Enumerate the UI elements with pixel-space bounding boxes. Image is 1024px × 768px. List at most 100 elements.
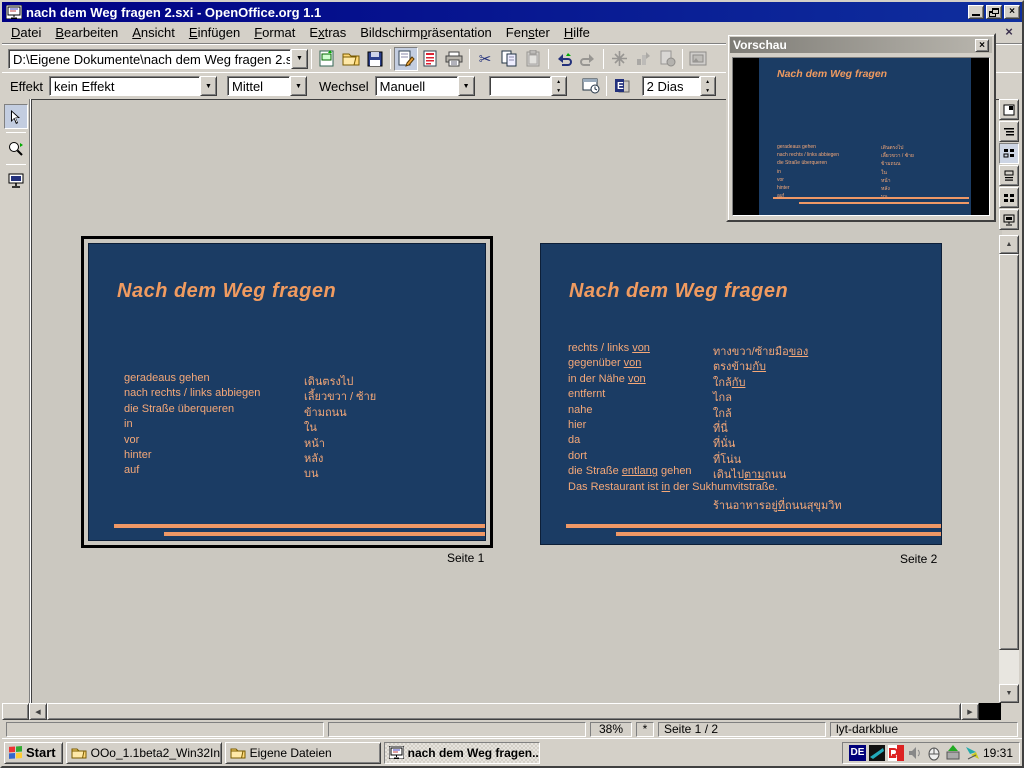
vertical-scrollbar-thumb[interactable] [999,254,1019,650]
layout-indicator[interactable]: lyt-darkblue [830,722,1018,737]
start-label: Start [26,745,56,760]
handout-view-button[interactable] [999,187,1019,208]
save-icon[interactable] [363,47,387,71]
scroll-up-icon[interactable]: ▲ [999,235,1019,254]
slide-accent-line [164,532,485,536]
slide-thumbnail-2[interactable]: Nach dem Weg fragen rechts / links vonทา… [540,243,942,545]
taskbar-button[interactable]: OOo_1.1beta2_Win32In... [66,742,222,764]
new-presentation-icon[interactable] [315,47,339,71]
chevron-down-icon: ▼ [290,76,307,96]
taskbar-button[interactable]: nach dem Weg fragen... [384,742,540,764]
zoom-icon[interactable] [4,136,28,161]
graphics-tray-icon[interactable] [869,745,885,761]
preview-body: Nach dem Weg fragen geradeaus gehenเดินต… [732,57,990,216]
menu-extras[interactable]: Extras [302,23,353,42]
file-url-value[interactable]: D:\Eigene Dokumente\nach dem Weg fragen … [8,49,291,69]
menu-datei[interactable]: Datei [4,23,48,42]
menu-format[interactable]: Format [247,23,302,42]
taskbar-button[interactable]: Eigene Dateien [225,742,381,764]
slide-body: rechts / links vonทางขวา/ซ้ายมือของgegen… [541,342,941,511]
system-tray: DE 19:31 [842,742,1020,764]
edit-points-icon[interactable] [655,47,679,71]
time-spinner[interactable]: ▲▼ [489,76,567,96]
menu-bildschirmprsentation[interactable]: Bildschirmpräsentation [353,23,499,42]
slide-transition-icon[interactable] [579,74,603,98]
page-indicator[interactable]: Seite 1 / 2 [658,722,826,737]
close-document-icon[interactable]: × [1002,25,1016,39]
zoom-level[interactable]: 38% [590,722,632,737]
clock[interactable]: 19:31 [983,746,1013,760]
slide-view-button[interactable] [999,143,1019,164]
spin-down-icon: ▼ [701,86,715,95]
select-arrow-icon[interactable] [4,104,28,129]
dias-spinner[interactable]: 2 Dias ▲▼ [642,76,716,96]
edit-file-icon[interactable] [394,47,418,71]
modified-indicator: * [636,722,654,737]
minimize-button[interactable] [968,5,984,19]
preview-title-bar[interactable]: Vorschau × [730,37,992,53]
redo-icon[interactable] [576,47,600,71]
scroll-left-icon[interactable]: ◀ [29,703,47,720]
print-icon[interactable] [442,47,466,71]
notes-view-button[interactable] [999,165,1019,186]
navigator-icon[interactable] [607,47,631,71]
cut-icon[interactable]: ✂ [473,47,497,71]
menu-ansicht[interactable]: Ansicht [125,23,182,42]
menu-fenster[interactable]: Fenster [499,23,557,42]
copy-icon[interactable] [497,47,521,71]
taskbar-button-label: OOo_1.1beta2_Win32In... [91,746,222,760]
keyboard-layout-indicator[interactable]: DE [849,745,866,761]
preview-close-icon[interactable]: × [975,39,989,52]
scroll-right-icon[interactable]: ▶ [961,703,979,720]
export-pdf-icon[interactable] [418,47,442,71]
presentation-view-button[interactable] [999,209,1019,230]
menu-einfgen[interactable]: Einfügen [182,23,247,42]
scheduler-tray-icon[interactable] [964,745,980,761]
impress-app-icon [6,5,22,19]
chevron-down-icon[interactable]: ▼ [291,49,308,69]
slide-thumbnail-1[interactable]: Nach dem Weg fragen geradeaus gehenเดินต… [88,243,486,541]
wechsel-combobox[interactable]: Manuell ▼ [375,76,475,96]
horizontal-scrollbar[interactable]: ◀ ▶ [29,703,979,720]
volume-tray-icon[interactable] [907,745,923,761]
undo-icon[interactable] [552,47,576,71]
menu-hilfe[interactable]: Hilfe [557,23,597,42]
slide-accent-line [773,197,969,199]
scrollbar-corner-box [2,703,29,720]
insert-icon[interactable] [631,47,655,71]
presentation-icon[interactable] [4,168,28,193]
effects-window-icon[interactable]: E [610,74,634,98]
title-bar[interactable]: nach dem Weg fragen 2.sxi - OpenOffice.o… [2,2,1022,22]
taskbar: Start OOo_1.1beta2_Win32In... Eigene Date… [2,738,1022,766]
preview-window[interactable]: Vorschau × Nach dem Weg fragen geradeaus… [726,33,996,222]
taskbar-button-label: Eigene Dateien [250,746,332,760]
antivir-tray-icon[interactable] [888,745,904,761]
close-button[interactable]: × [1004,5,1020,19]
scroll-down-icon[interactable]: ▼ [999,684,1019,703]
slide-accent-line [566,524,941,528]
paste-icon[interactable] [521,47,545,71]
slide-body: geradeaus gehenเดินตรงไปnach rechts / li… [89,372,485,480]
wechsel-label: Wechsel [319,79,369,94]
wechsel-value: Manuell [375,76,458,96]
restore-button[interactable] [986,5,1002,19]
update-tray-icon[interactable] [945,745,961,761]
status-bar: 38% * Seite 1 / 2 lyt-darkblue [2,720,1022,738]
menu-bearbeiten[interactable]: Bearbeiten [48,23,125,42]
speed-value: Mittel [227,76,290,96]
speed-combobox[interactable]: Mittel ▼ [227,76,307,96]
horizontal-scrollbar-thumb[interactable] [47,703,961,720]
folder-icon [71,746,87,759]
vertical-scrollbar[interactable]: ▲ ▼ [999,235,1019,703]
outline-view-button[interactable] [999,121,1019,142]
gallery-icon[interactable] [686,47,710,71]
drawing-view-button[interactable] [999,99,1019,120]
mouse-tray-icon[interactable] [926,745,942,761]
page-label-2: Seite 2 [900,552,937,566]
start-button[interactable]: Start [4,742,63,764]
open-icon[interactable] [339,47,363,71]
window-title: nach dem Weg fragen 2.sxi - OpenOffice.o… [26,5,321,20]
effekt-combobox[interactable]: kein Effekt ▼ [49,76,217,96]
resize-corner[interactable] [1001,703,1022,720]
file-url-combobox[interactable]: D:\Eigene Dokumente\nach dem Weg fragen … [8,49,308,69]
